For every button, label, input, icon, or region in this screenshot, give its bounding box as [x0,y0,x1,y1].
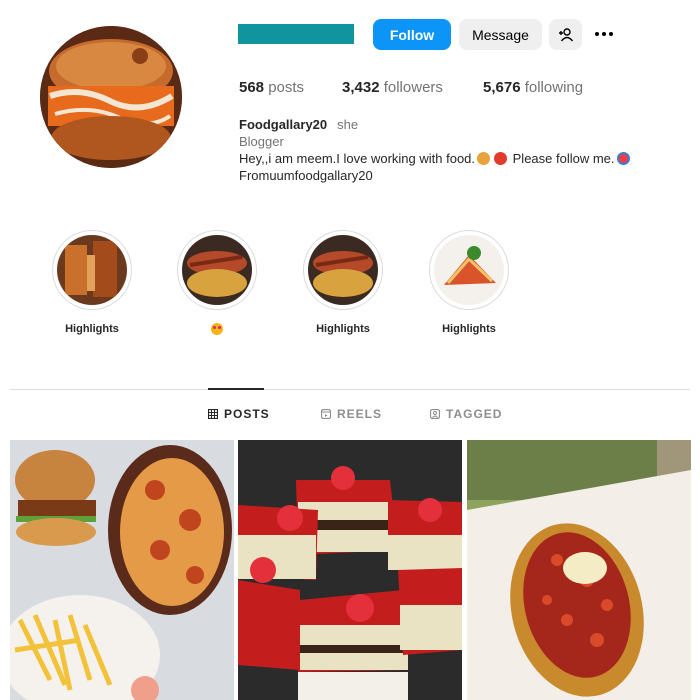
highlight-cover-image [434,235,504,305]
pronoun: she [337,117,359,132]
tab-reels[interactable]: REELS [321,407,382,421]
follow-button[interactable]: Follow [373,19,451,50]
post-thumbnail[interactable] [467,440,691,700]
grid-icon [208,409,218,419]
highlight-cover-image [308,235,378,305]
reels-icon [321,409,331,419]
category-label: Blogger [239,134,284,149]
posts-count: 568 posts [239,79,305,96]
burger-pizza-fries-image [10,440,234,700]
highlight-label: Highlights [65,323,119,335]
add-person-icon [558,27,573,41]
display-name: Foodgallary20 [239,117,328,132]
profile-avatar[interactable] [40,26,182,168]
more-options-button[interactable] [592,23,616,45]
tab-posts[interactable]: POSTS [208,407,270,421]
highlight-label: Highlights [316,323,370,335]
tab-tagged[interactable]: TAGGED [430,407,502,421]
highlight-label [175,323,259,337]
highlight-label: Highlights [442,323,496,335]
star-struck-emoji-icon [211,323,223,335]
highlight-4[interactable]: Highlights [427,230,511,337]
more-dots-icon [595,32,599,36]
username-redacted [238,24,354,44]
loaded-potato-image [467,440,691,700]
following-link[interactable]: 5,676 following [483,79,583,96]
target-emoji-icon [616,152,630,165]
profile-bio: Foodgallary20 she Blogger Hey,,i am meem… [239,116,632,184]
tagged-person-icon [430,409,440,419]
tabs-divider [10,389,690,390]
post-thumbnail[interactable] [10,440,234,700]
hamburger-emoji-icon [477,152,491,165]
highlight-3[interactable]: Highlights [301,230,385,337]
bio-line-1: Hey,,i am meem.I love working with food.… [239,150,632,167]
add-user-button[interactable] [549,19,582,50]
strawberry-cakes-image [238,440,462,700]
highlight-cover-image [182,235,252,305]
active-tab-indicator [208,388,264,390]
message-button[interactable]: Message [459,19,542,50]
fries-emoji-icon [494,152,508,165]
bio-line-2: Fromuumfoodgallary20 [239,168,373,183]
highlight-cover-image [57,235,127,305]
highlight-2[interactable] [175,230,259,337]
post-thumbnail[interactable] [238,440,462,700]
avatar-food-image [40,26,182,168]
followers-link[interactable]: 3,432 followers [342,79,443,96]
highlight-1[interactable]: Highlights [50,230,134,337]
